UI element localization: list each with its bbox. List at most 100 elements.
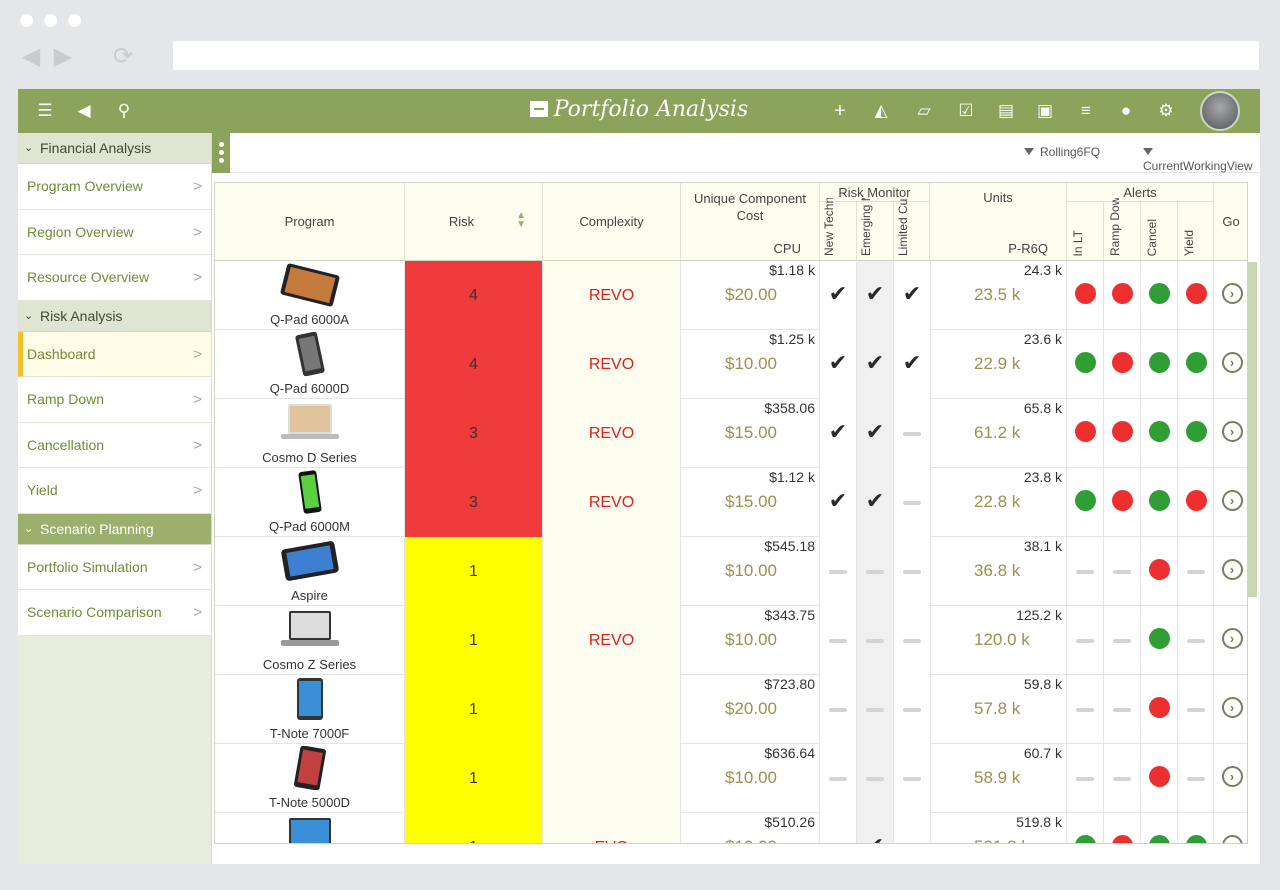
col-header-cost[interactable]: Unique Component Cost CPU [681, 183, 820, 261]
status-dot-green[interactable] [1149, 835, 1170, 843]
table-row[interactable]: Q-Pad 6000A 4 REVO $1.18 k $20.00 ✔ ✔ ✔ 24.3 k 23… [215, 261, 1247, 330]
program-cell[interactable]: Aspire [215, 537, 405, 606]
checkbox-icon[interactable]: ☑ [955, 100, 977, 122]
sidebar-section-financial[interactable]: ⌄ Financial Analysis [18, 133, 211, 164]
browser-forward-icon[interactable]: ▶ [52, 44, 74, 70]
status-dot-green[interactable] [1149, 490, 1170, 511]
sidebar-item-dashboard[interactable]: Dashboard > [18, 331, 211, 377]
document-icon[interactable]: ▤ [995, 100, 1017, 122]
excel-icon[interactable]: ▣ [1034, 100, 1056, 122]
status-dot-green[interactable] [1185, 421, 1207, 442]
area-chart-icon[interactable]: ◭ [870, 100, 892, 122]
status-dot-red[interactable] [1112, 490, 1133, 511]
sidebar-item-resource-overview[interactable]: Resource Overview > [18, 255, 211, 301]
status-dot-red[interactable] [1185, 283, 1207, 304]
status-dot-red[interactable] [1112, 283, 1133, 304]
eraser-icon[interactable]: ▱ [913, 100, 935, 122]
col-header-alerts[interactable]: Alerts In LT Ramp Down Cancel Yield [1067, 183, 1214, 261]
status-dot-red[interactable] [1075, 421, 1096, 442]
vertical-scrollbar[interactable] [1248, 262, 1257, 597]
status-dot-red[interactable] [1149, 766, 1170, 787]
go-arrow-icon[interactable]: › [1221, 835, 1243, 843]
window-dot[interactable] [44, 14, 57, 27]
table-row[interactable]: Q-Pad 6000D 4 REVO $1.25 k $10.00 ✔ ✔ ✔ 23.6 k 22… [215, 330, 1247, 399]
go-arrow-icon[interactable]: › [1221, 766, 1243, 787]
program-cell[interactable] [215, 813, 405, 843]
program-cell[interactable]: Q-Pad 6000D [215, 330, 405, 399]
sidebar-item-region-overview[interactable]: Region Overview > [18, 209, 211, 255]
product-image [275, 745, 345, 791]
status-dot-red[interactable] [1112, 835, 1133, 843]
go-arrow-icon[interactable]: › [1221, 421, 1243, 442]
status-dot-red[interactable] [1112, 352, 1133, 373]
table-row[interactable]: Aspire 1 $545.18 $10.00 38.1 k 36.8 k › [215, 537, 1247, 606]
program-cell[interactable]: T-Note 5000D [215, 744, 405, 813]
table-row[interactable]: Cosmo Z Series 1 REVO $343.75 $10.00 125.2 k1… [215, 606, 1247, 675]
table-row[interactable]: Q-Pad 6000M 3 REVO $1.12 k $15.00 ✔ ✔ 23.8 k 22.… [215, 468, 1247, 537]
address-bar[interactable] [173, 41, 1259, 70]
status-dot-green[interactable] [1149, 352, 1170, 373]
program-cell[interactable]: Cosmo D Series [215, 399, 405, 468]
go-arrow-icon[interactable]: › [1221, 283, 1243, 304]
sidebar-item-portfolio-simulation[interactable]: Portfolio Simulation > [18, 544, 211, 590]
sidebar-section-scenario[interactable]: ⌄ Scenario Planning [18, 513, 211, 545]
status-dot-red[interactable] [1112, 421, 1133, 442]
status-dot-green[interactable] [1185, 835, 1207, 843]
filter-rolling[interactable]: Rolling6FQ [1024, 145, 1100, 159]
col-header-complexity[interactable]: Complexity [543, 183, 681, 261]
status-dot-red[interactable] [1185, 490, 1207, 511]
col-header-go[interactable]: Go [1214, 183, 1247, 261]
alert-cell [1141, 537, 1178, 606]
window-dot[interactable] [20, 14, 33, 27]
gear-icon[interactable]: ⚙ [1155, 100, 1177, 122]
sidebar-item-scenario-comparison[interactable]: Scenario Comparison > [18, 590, 211, 636]
cost-total: $1.18 k [769, 262, 815, 278]
window-dot[interactable] [68, 14, 81, 27]
chat-icon[interactable]: ● [1115, 100, 1137, 122]
program-cell[interactable]: T-Note 7000F [215, 675, 405, 744]
status-dot-green[interactable] [1185, 352, 1207, 373]
go-arrow-icon[interactable]: › [1221, 697, 1243, 718]
status-dot-green[interactable] [1075, 490, 1096, 511]
status-dot-green[interactable] [1149, 283, 1170, 304]
sidebar-item-program-overview[interactable]: Program Overview > [18, 164, 211, 210]
col-header-program[interactable]: Program [215, 183, 405, 261]
program-cell[interactable]: Q-Pad 6000M [215, 468, 405, 537]
go-arrow-icon[interactable]: › [1221, 559, 1243, 580]
status-dot-green[interactable] [1149, 628, 1170, 649]
check-icon: ✔ [828, 419, 848, 444]
col-header-risk-monitor[interactable]: Risk Monitor New Technolo Emerging Marke… [820, 183, 930, 261]
status-dot-red[interactable] [1149, 697, 1170, 718]
alert-cell [1067, 813, 1104, 843]
filter-working-view[interactable]: CurrentWorkingView [1143, 145, 1260, 173]
col-header-units[interactable]: Units P-R6Q [930, 183, 1067, 261]
col-header-risk[interactable]: Risk ▲ ▼ [405, 183, 543, 261]
sidebar-section-risk[interactable]: ⌄ Risk Analysis [18, 300, 211, 332]
status-dot-green[interactable] [1075, 835, 1096, 843]
table-row[interactable]: Cosmo D Series 3 REVO $358.06 $15.00 ✔ ✔ 65.8 k… [215, 399, 1247, 468]
server-icon[interactable]: ≡ [1075, 100, 1097, 122]
sidebar-item-yield[interactable]: Yield > [18, 468, 211, 514]
go-arrow-icon[interactable]: › [1221, 628, 1243, 649]
dash-icon [903, 777, 921, 781]
sidebar-item-ramp-down[interactable]: Ramp Down > [18, 377, 211, 423]
status-dot-green[interactable] [1075, 352, 1096, 373]
go-arrow-icon[interactable]: › [1221, 490, 1243, 511]
sort-icon[interactable]: ▲ ▼ [516, 211, 526, 230]
units-cell: 125.2 k 120.0 k [930, 606, 1067, 675]
browser-back-icon[interactable]: ◀ [20, 44, 42, 70]
table-row[interactable]: 1EVO $510.26 $10.00 ✔ 519.8 k 501.8 k › [215, 813, 1247, 843]
go-arrow-icon[interactable]: › [1221, 352, 1243, 373]
program-cell[interactable]: Q-Pad 6000A [215, 261, 405, 330]
status-dot-green[interactable] [1149, 421, 1170, 442]
table-row[interactable]: T-Note 5000D 1 $636.64 $10.00 60.7 k 58.9 k › [215, 744, 1247, 813]
sidebar-item-cancellation[interactable]: Cancellation > [18, 422, 211, 468]
sidebar-splitter-handle[interactable] [212, 133, 230, 173]
status-dot-red[interactable] [1075, 283, 1096, 304]
status-dot-red[interactable] [1149, 559, 1170, 580]
avatar[interactable] [1200, 91, 1240, 131]
program-cell[interactable]: Cosmo Z Series [215, 606, 405, 675]
browser-reload-icon[interactable]: ⟳ [108, 44, 138, 70]
table-row[interactable]: T-Note 7000F 1 $723.80 $20.00 59.8 k 57.8 k › [215, 675, 1247, 744]
add-icon[interactable]: + [829, 100, 851, 122]
